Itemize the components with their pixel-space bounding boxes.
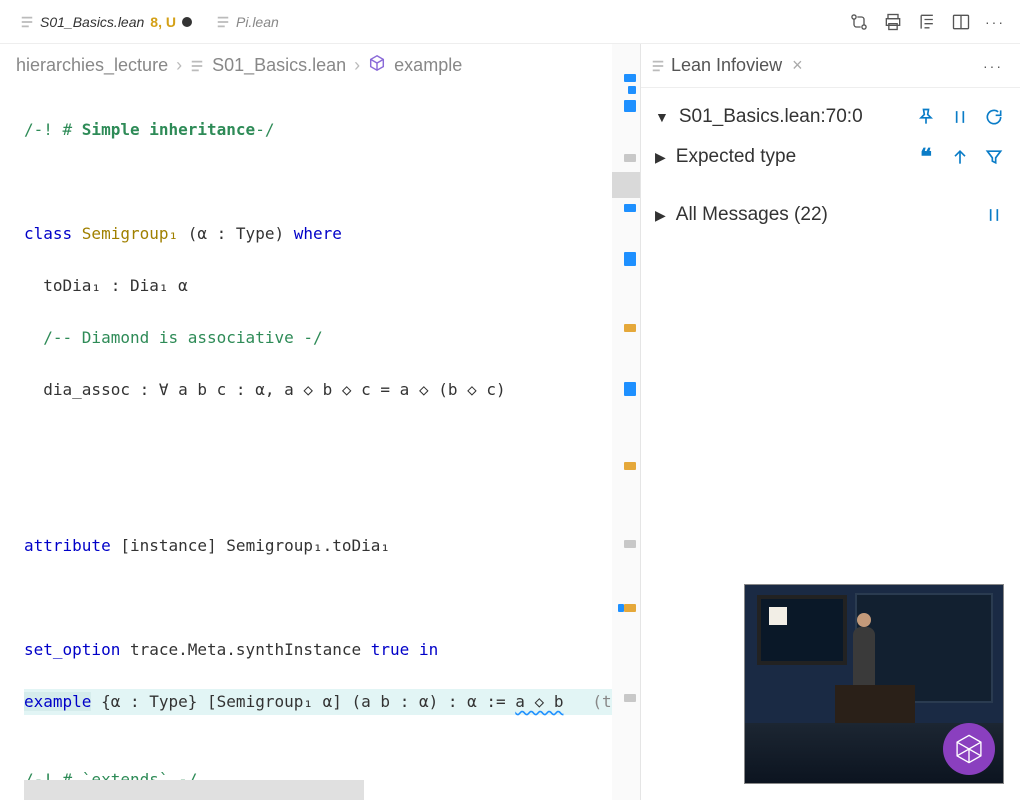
all-messages-row[interactable]: ▶ All Messages (22) xyxy=(655,196,1006,234)
minimap[interactable] xyxy=(612,44,640,800)
refresh-icon[interactable] xyxy=(982,107,1006,127)
code-text: class xyxy=(24,224,82,243)
code-text: {α : Type} [Semigroup₁ α] (a b : α) : α … xyxy=(91,692,515,711)
code-text: where xyxy=(294,224,342,243)
compare-changes-icon[interactable] xyxy=(848,11,870,33)
infoview-file-pos: S01_Basics.lean:70:0 xyxy=(679,106,904,128)
infoview-tab-bar: Lean Infoview × ··· xyxy=(641,44,1020,88)
more-actions-icon[interactable]: ··· xyxy=(982,55,1004,77)
file-lines-icon xyxy=(216,15,230,29)
pause-icon[interactable] xyxy=(982,205,1006,225)
file-lines-icon xyxy=(190,59,204,73)
more-actions-icon[interactable]: ··· xyxy=(984,11,1006,33)
file-lines-icon xyxy=(651,59,665,73)
tab-s01-basics[interactable]: S01_Basics.lean 8, U xyxy=(8,8,204,36)
editor-pane: hierarchies_lecture › S01_Basics.lean › … xyxy=(0,44,640,800)
all-messages-label: All Messages (22) xyxy=(676,204,972,226)
presenter xyxy=(853,627,875,687)
code-text: -/ xyxy=(255,120,274,139)
channel-logo-icon xyxy=(943,723,995,775)
arrow-up-icon[interactable] xyxy=(948,147,972,167)
infoview-file-row[interactable]: ▼ S01_Basics.lean:70:0 xyxy=(655,98,1006,136)
tab-git-status: 8, U xyxy=(150,14,176,30)
infoview-title: Lean Infoview xyxy=(671,55,782,76)
code-text: example xyxy=(24,692,91,711)
main-area: hierarchies_lecture › S01_Basics.lean › … xyxy=(0,44,1020,800)
print-icon[interactable] xyxy=(882,11,904,33)
chevron-right-icon: › xyxy=(354,55,360,76)
code-text: Semigroup₁ xyxy=(82,224,178,243)
code-text: toDia₁ : Dia₁ α xyxy=(24,276,188,295)
lean-infoview-pane: Lean Infoview × ··· ▼ S01_Basics.lean:70… xyxy=(640,44,1020,800)
presentation-screen xyxy=(757,595,847,665)
code-text: a ◇ b xyxy=(515,692,563,711)
code-text: (α : Type) xyxy=(178,224,294,243)
code-text: /-- Diamond is associative -/ xyxy=(24,328,323,347)
breadcrumb-file: S01_Basics.lean xyxy=(212,55,346,76)
code-text: trace.Meta.synthInstance xyxy=(120,640,370,659)
outline-icon[interactable] xyxy=(916,11,938,33)
code-text: Simple inheritance xyxy=(82,120,255,139)
file-lines-icon xyxy=(20,15,34,29)
triangle-right-icon: ▶ xyxy=(655,149,666,166)
quote-icon[interactable]: ❝ xyxy=(914,144,938,170)
chevron-right-icon: › xyxy=(176,55,182,76)
infoview-body: ▼ S01_Basics.lean:70:0 ▶ Expected type ❝ xyxy=(641,88,1020,244)
tab-filename: Pi.lean xyxy=(236,14,279,30)
code-text: [instance] Semigroup₁.toDia₁ xyxy=(111,536,390,555)
expected-type-row[interactable]: ▶ Expected type ❝ xyxy=(655,136,1006,178)
filter-icon[interactable] xyxy=(982,147,1006,167)
tab-filename: S01_Basics.lean xyxy=(40,14,144,30)
symbol-cube-icon xyxy=(368,54,386,77)
scrollbar-shadow xyxy=(24,780,364,800)
video-thumbnail[interactable] xyxy=(744,584,1004,784)
unsaved-dot-icon xyxy=(182,17,192,27)
infoview-tab[interactable]: Lean Infoview × xyxy=(651,55,803,76)
breadcrumb[interactable]: hierarchies_lecture › S01_Basics.lean › … xyxy=(0,44,640,87)
breadcrumb-symbol: example xyxy=(394,55,462,76)
triangle-down-icon: ▼ xyxy=(655,109,669,125)
editor-tab-bar: S01_Basics.lean 8, U Pi.lean ··· xyxy=(0,0,1020,44)
pin-icon[interactable] xyxy=(914,107,938,127)
expected-type-label: Expected type xyxy=(676,146,904,168)
code-text: dia_assoc : ∀ a b c : α, a ◇ b ◇ c = a ◇… xyxy=(24,380,506,399)
split-editor-icon[interactable] xyxy=(950,11,972,33)
code-text: true xyxy=(371,640,410,659)
pause-icon[interactable] xyxy=(948,107,972,127)
code-text: /-! # xyxy=(24,120,82,139)
code-text: set_option xyxy=(24,640,120,659)
breadcrumb-folder: hierarchies_lecture xyxy=(16,55,168,76)
code-text: in xyxy=(409,640,438,659)
code-text: attribute xyxy=(24,536,111,555)
code-editor[interactable]: /-! # Simple inheritance-/ class Semigro… xyxy=(0,87,640,800)
close-icon[interactable]: × xyxy=(792,55,803,76)
triangle-right-icon: ▶ xyxy=(655,207,666,224)
tab-pi-lean[interactable]: Pi.lean xyxy=(204,8,291,36)
